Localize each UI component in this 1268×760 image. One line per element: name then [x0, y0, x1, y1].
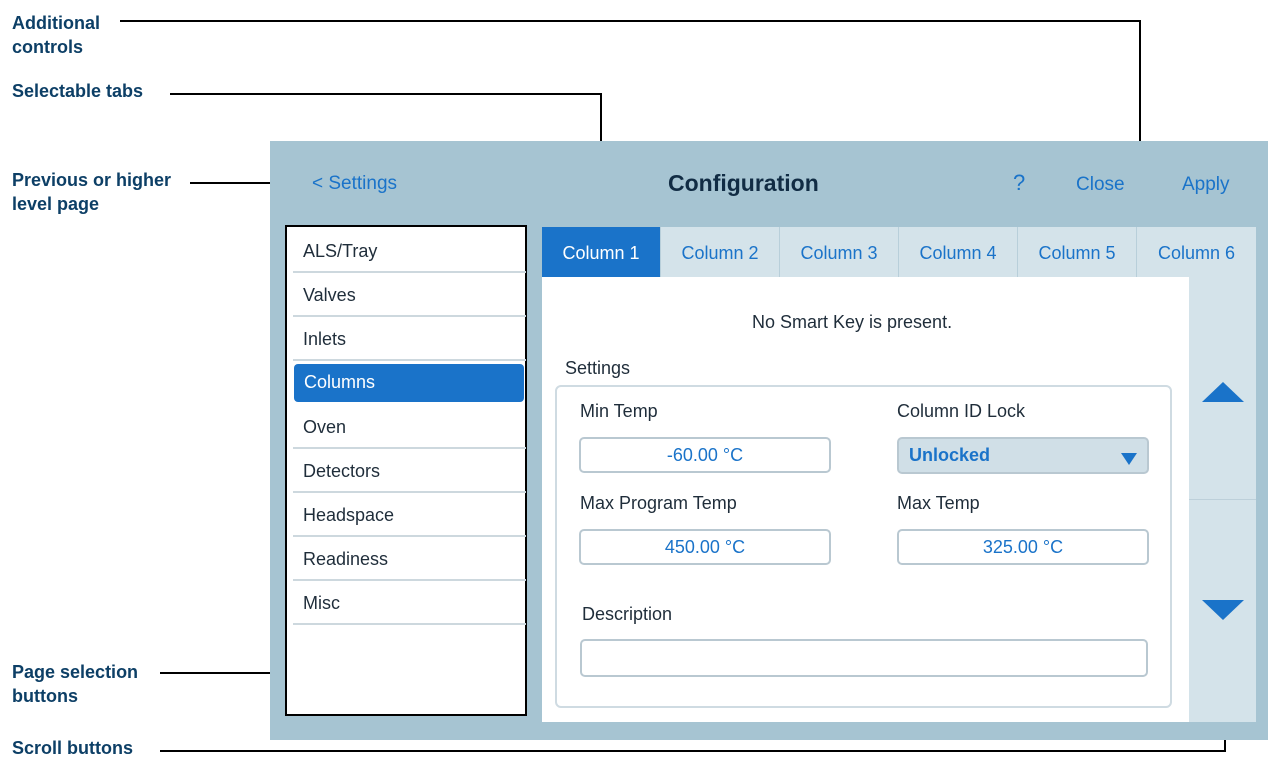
max-temp-field[interactable]: 325.00 °C: [897, 529, 1149, 565]
scroll-up-button[interactable]: [1189, 277, 1256, 499]
help-button[interactable]: ?: [1013, 170, 1025, 196]
chevron-down-icon: [1121, 453, 1137, 465]
column-id-lock-value: Unlocked: [909, 445, 991, 465]
callout-additional-controls: Additional controls: [12, 13, 100, 57]
callout-page-selection: Page selection buttons: [12, 662, 139, 706]
max-program-temp-label: Max Program Temp: [580, 493, 737, 513]
min-temp-label: Min Temp: [580, 401, 658, 421]
scroll-bar: [1189, 277, 1256, 722]
column-id-lock-select[interactable]: Unlocked: [897, 437, 1149, 474]
tab-column-5[interactable]: Column 5: [1018, 227, 1137, 277]
leader-line-scroll: [160, 750, 1226, 752]
scroll-down-button[interactable]: [1189, 500, 1256, 722]
close-button[interactable]: Close: [1076, 174, 1125, 196]
back-to-settings-link[interactable]: < Settings: [312, 173, 397, 195]
sidebar-item-detectors[interactable]: Detectors: [293, 453, 526, 493]
page-title: Configuration: [668, 170, 819, 196]
sidebar-item-misc[interactable]: Misc: [293, 585, 526, 625]
triangle-up-icon: [1202, 382, 1244, 402]
apply-button[interactable]: Apply: [1182, 174, 1230, 196]
settings-group-label: Settings: [565, 358, 631, 378]
tab-column-1[interactable]: Column 1: [542, 227, 661, 277]
leader-line-additional: [120, 20, 1141, 22]
triangle-down-icon: [1202, 600, 1244, 620]
page-selection-sidebar: ALS/Tray Valves Inlets Columns Oven Dete…: [285, 225, 527, 716]
tab-column-4[interactable]: Column 4: [899, 227, 1018, 277]
tab-column-2[interactable]: Column 2: [661, 227, 780, 277]
column-tabs: Column 1 Column 2 Column 3 Column 4 Colu…: [542, 227, 1256, 277]
sidebar-item-headspace[interactable]: Headspace: [293, 497, 526, 537]
callout-scroll-buttons: Scroll buttons: [12, 738, 133, 758]
max-temp-label: Max Temp: [897, 493, 980, 513]
callout-previous-page: Previous or higher level page: [12, 170, 172, 214]
leader-line-tabs: [170, 93, 602, 95]
sidebar-item-columns[interactable]: Columns: [294, 364, 524, 402]
sidebar-item-oven[interactable]: Oven: [293, 409, 526, 449]
callout-selectable-tabs: Selectable tabs: [12, 81, 144, 101]
tab-column-3[interactable]: Column 3: [780, 227, 899, 277]
leader-line-page-selection: [160, 672, 288, 674]
sidebar-item-als-tray[interactable]: ALS/Tray: [293, 233, 526, 273]
tab-column-6[interactable]: Column 6: [1137, 227, 1256, 277]
sidebar-item-inlets[interactable]: Inlets: [293, 321, 526, 361]
description-field[interactable]: [580, 639, 1148, 677]
description-label: Description: [582, 604, 673, 624]
column-id-lock-label: Column ID Lock: [897, 401, 1026, 421]
max-program-temp-field[interactable]: 450.00 °C: [579, 529, 831, 565]
sidebar-item-valves[interactable]: Valves: [293, 277, 526, 317]
min-temp-field[interactable]: -60.00 °C: [579, 437, 831, 473]
smart-key-message: No Smart Key is present.: [752, 312, 953, 332]
sidebar-item-readiness[interactable]: Readiness: [293, 541, 526, 581]
